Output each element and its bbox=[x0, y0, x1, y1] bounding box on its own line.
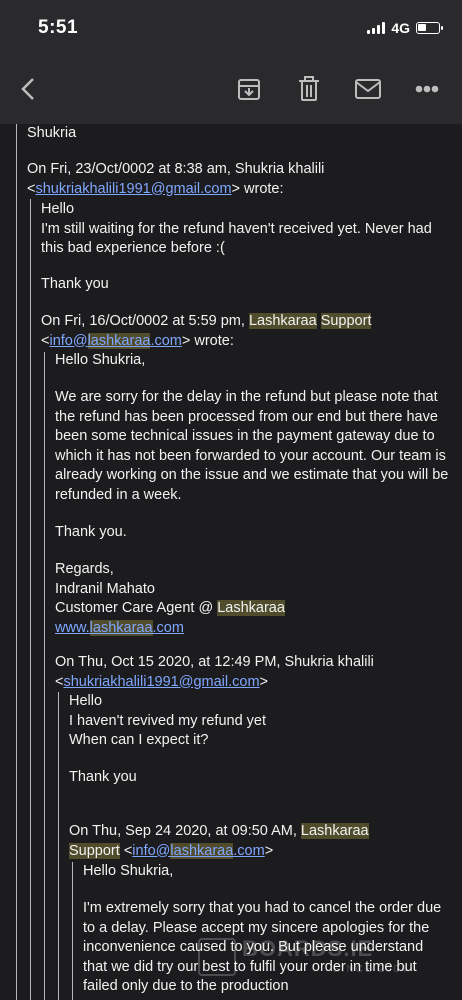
reply2-sender-name2: Support bbox=[320, 313, 372, 329]
reply1-message: I'm still waiting for the refund haven't… bbox=[41, 220, 432, 257]
signature-text: Shukria bbox=[27, 125, 77, 141]
reply1-greeting: Hello bbox=[41, 201, 75, 217]
reply2-wrote: wrote: bbox=[194, 332, 234, 349]
status-time: 5:51 bbox=[38, 17, 79, 38]
more-icon[interactable] bbox=[412, 74, 442, 104]
trash-icon[interactable] bbox=[294, 74, 324, 104]
reply3-body: Hello I haven't revived my refund yet Wh… bbox=[69, 692, 449, 751]
reply4-header: On Thu, Sep 24 2020, at 09:50 AM, Lashka… bbox=[69, 823, 369, 859]
reply2-email-tld: .com bbox=[150, 332, 182, 349]
reply2-signature: Regards, Indranil Mahato Customer Care A… bbox=[55, 560, 450, 638]
reply3-header: On Thu, Oct 15 2020, at 12:49 PM, Shukri… bbox=[55, 653, 455, 692]
reply2-email-user: info@ bbox=[49, 332, 88, 349]
reply4-greeting: Hello Shukria, bbox=[83, 863, 174, 879]
back-icon[interactable] bbox=[14, 74, 44, 104]
reply1-wrote: wrote: bbox=[244, 180, 284, 197]
archive-icon[interactable] bbox=[234, 74, 264, 104]
quote-bar-level0 bbox=[16, 124, 17, 1000]
reply2-greeting: Hello Shukria, bbox=[55, 352, 146, 368]
mail-toolbar bbox=[0, 58, 462, 124]
status-indicators: 4G bbox=[367, 20, 443, 36]
reply3-thanks: Thank you bbox=[69, 769, 137, 785]
quote-bar-level1 bbox=[30, 199, 31, 1000]
reply1-email-link[interactable]: shukriakhalili1991@gmail.com bbox=[35, 181, 231, 197]
reply1-body: Hello I'm still waiting for the refund h… bbox=[41, 200, 446, 259]
reply3-greeting: Hello bbox=[69, 693, 103, 709]
reply4-sender-name2: Support bbox=[69, 842, 120, 859]
reply3-line1: I haven't revived my refund yet bbox=[69, 712, 267, 729]
status-bar: 5:51 4G bbox=[0, 0, 462, 58]
network-label: 4G bbox=[391, 20, 410, 36]
reply4-sender-name1: Lashkaraa bbox=[300, 823, 369, 839]
reply2-thanks: Thank you. bbox=[55, 524, 127, 540]
reply2-regards: Regards, bbox=[55, 561, 114, 577]
reply3-line2: When can I expect it? bbox=[69, 732, 209, 748]
email-thread: Shukria On Fri, 23/Oct/0002 at 8:38 am, … bbox=[0, 124, 462, 1000]
reply2-message: We are sorry for the delay in the refund… bbox=[55, 389, 449, 503]
reply4-email-tld: .com bbox=[233, 842, 265, 859]
reply1-thanks: Thank you bbox=[41, 276, 109, 292]
reply2-header: On Fri, 16/Oct/0002 at 5:59 pm, Lashkara… bbox=[41, 313, 372, 349]
reply2-header-text: On Fri, 16/Oct/0002 at 5:59 pm, bbox=[41, 313, 245, 329]
reply1-header: On Fri, 23/Oct/0002 at 8:38 am, Shukria … bbox=[27, 161, 325, 197]
reply2-website-link[interactable]: www.lashkaraa.com bbox=[55, 619, 184, 636]
reply4-header-text: On Thu, Sep 24 2020, at 09:50 AM, bbox=[69, 823, 297, 839]
reply3-header-text: On Thu, Oct 15 2020, at 12:49 PM, Shukri… bbox=[55, 654, 374, 670]
reply2-sender-name1: Lashkaraa bbox=[248, 313, 317, 329]
site-prefix: www. bbox=[55, 619, 90, 636]
reply2-email-link[interactable]: info@lashkaraa.com bbox=[49, 332, 182, 349]
reply2-agent-title: Customer Care Agent @ bbox=[55, 600, 214, 616]
reply4-email-domain: lashkaraa bbox=[170, 842, 234, 859]
battery-icon bbox=[416, 22, 443, 34]
quote-bar-level3 bbox=[58, 692, 59, 1000]
site-domain: lashkaraa bbox=[89, 619, 153, 636]
reply4-email-link[interactable]: info@lashkaraa.com bbox=[132, 842, 265, 859]
quote-bar-level2 bbox=[44, 352, 45, 1000]
reply3-email-link[interactable]: shukriakhalili1991@gmail.com bbox=[63, 674, 259, 690]
site-tld: .com bbox=[152, 619, 184, 636]
mail-icon[interactable] bbox=[353, 74, 383, 104]
reply1-header-text: On Fri, 23/Oct/0002 at 8:38 am, Shukria … bbox=[27, 161, 325, 177]
reply2-agent-company: Lashkaraa bbox=[217, 600, 285, 616]
reply2-email-domain: lashkaraa bbox=[87, 332, 151, 349]
reply2-agent-name: Indranil Mahato bbox=[55, 580, 155, 597]
quote-bar-level4 bbox=[72, 862, 73, 1000]
reply4-email-user: info@ bbox=[132, 842, 171, 859]
reply4-message: I'm extremely sorry that you had to canc… bbox=[83, 900, 442, 994]
signal-icon bbox=[367, 22, 386, 34]
